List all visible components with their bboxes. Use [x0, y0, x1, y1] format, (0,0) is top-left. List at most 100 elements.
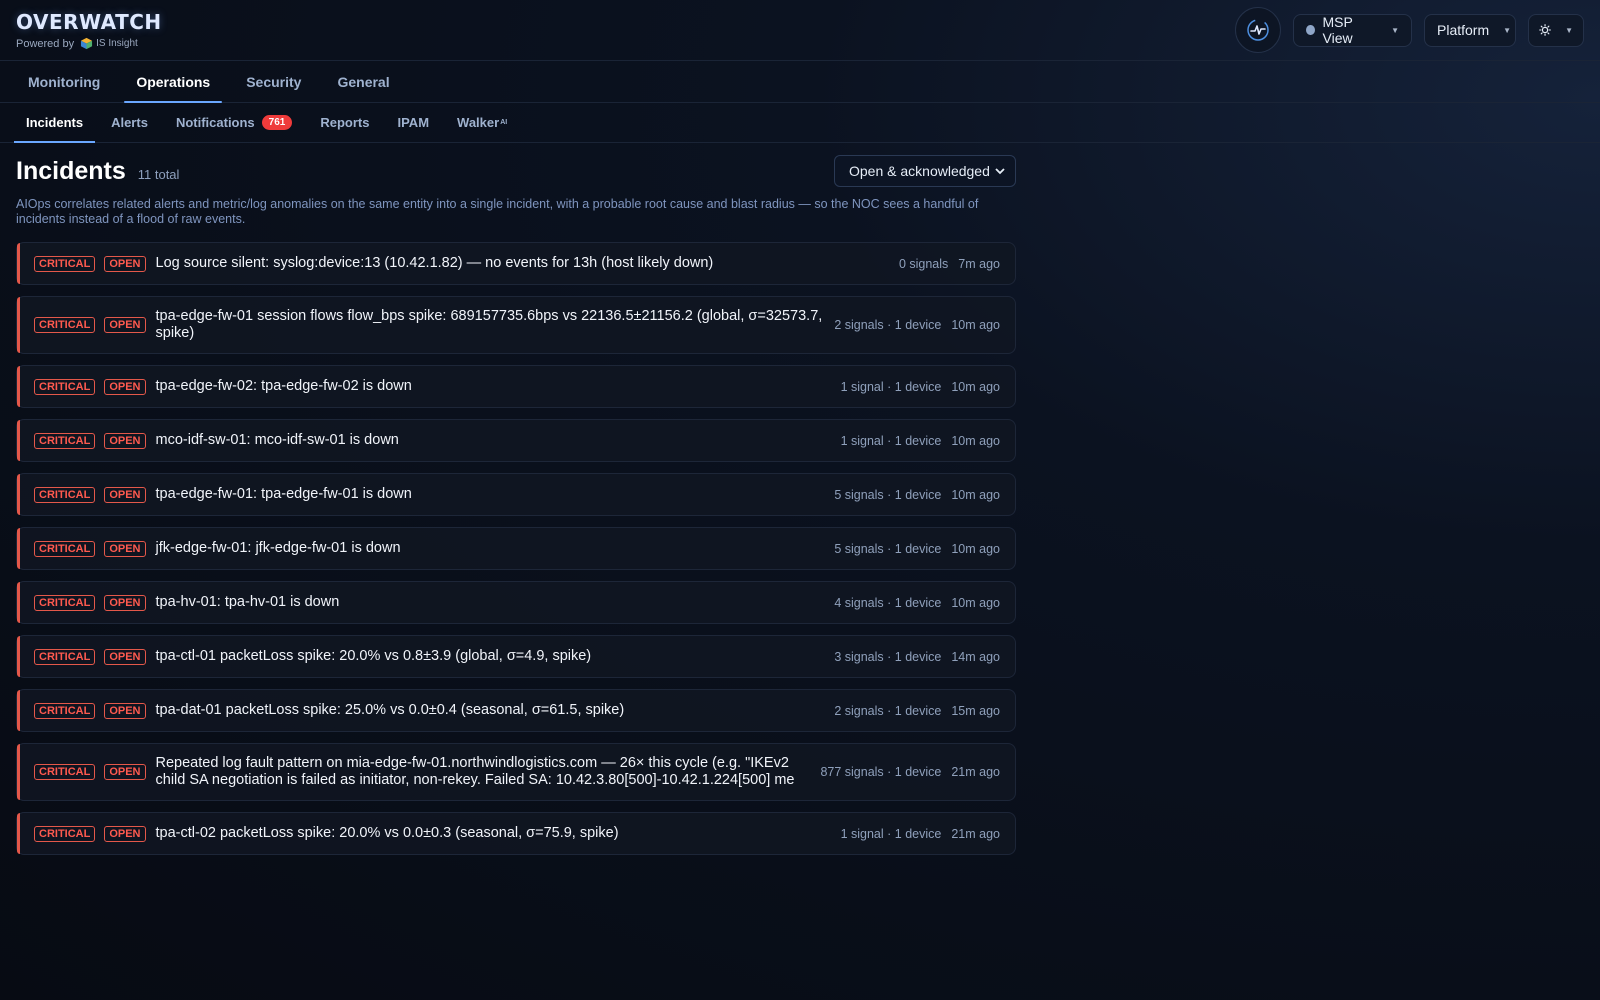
total-count: 11 total — [137, 166, 180, 182]
severity-badge: CRITICAL — [34, 825, 96, 842]
status-dot-icon — [1306, 25, 1315, 35]
logo-text: IS Insight — [96, 38, 138, 49]
severity-badge: CRITICAL — [34, 594, 96, 611]
incident-age: 10m ago — [951, 541, 1000, 556]
severity-badge: CRITICAL — [34, 540, 96, 557]
incident-age: 21m ago — [951, 826, 1000, 841]
platform-dropdown[interactable]: Platform ▼ — [1424, 13, 1516, 47]
pulse-icon — [1247, 19, 1269, 41]
tab-operations[interactable]: Operations — [124, 61, 223, 103]
incident-row[interactable]: CRITICAL OPEN Log source silent: syslog:… — [16, 242, 1016, 285]
severity-badge: CRITICAL — [34, 378, 96, 395]
sub-tabs: Incidents Alerts Notifications 761 Repor… — [0, 103, 1600, 143]
incident-age: 10m ago — [951, 379, 1000, 394]
title-group: Incidents 11 total — [16, 157, 179, 186]
incident-signals: 4 signals · 1 device — [834, 595, 942, 610]
status-badge: OPEN — [104, 702, 146, 719]
theme-toggle[interactable]: ▼ — [1528, 13, 1584, 47]
ai-superscript: AI — [500, 119, 508, 126]
incident-signals: 5 signals · 1 device — [834, 541, 942, 556]
notifications-label: Notifications — [175, 115, 255, 130]
status-badge: OPEN — [104, 540, 146, 557]
incident-signals: 3 signals · 1 device — [834, 649, 942, 664]
incident-age: 10m ago — [951, 433, 1000, 448]
incident-age: 14m ago — [951, 649, 1000, 664]
chevron-down-icon: ▼ — [1565, 25, 1573, 35]
incident-signals: 1 signal · 1 device — [840, 433, 942, 448]
incident-list: CRITICAL OPEN Log source silent: syslog:… — [16, 242, 1016, 855]
tab-monitoring[interactable]: Monitoring — [16, 61, 112, 102]
incident-signals: 2 signals · 1 device — [834, 703, 942, 718]
header-actions: MSP View ▼ Platform ▼ ▼ — [1235, 7, 1584, 53]
incident-title: tpa-edge-fw-02: tpa-edge-fw-02 is down — [155, 378, 412, 394]
incident-row[interactable]: CRITICAL OPEN tpa-hv-01: tpa-hv-01 is do… — [16, 581, 1016, 624]
subtab-alerts[interactable]: Alerts — [99, 103, 160, 142]
status-badge: OPEN — [104, 764, 146, 780]
chevron-down-icon: ▼ — [1391, 25, 1399, 35]
severity-badge: CRITICAL — [34, 764, 96, 780]
incident-title: tpa-edge-fw-01 session flows flow_bps sp… — [155, 308, 823, 341]
incident-title: tpa-ctl-01 packetLoss spike: 20.0% vs 0.… — [155, 648, 592, 664]
incident-title: tpa-ctl-02 packetLoss spike: 20.0% vs 0.… — [155, 825, 619, 841]
walker-label: Walker — [457, 115, 500, 130]
status-badge: OPEN — [104, 255, 146, 272]
incident-row[interactable]: CRITICAL OPEN tpa-ctl-01 packetLoss spik… — [16, 635, 1016, 678]
incident-age: 10m ago — [951, 318, 1000, 332]
page-title: Incidents — [16, 156, 126, 185]
status-filter-select[interactable]: Open & acknowledged — [834, 155, 1016, 187]
subtab-incidents[interactable]: Incidents — [14, 103, 96, 143]
subtab-notifications[interactable]: Notifications 761 — [164, 103, 304, 142]
incident-title: jfk-edge-fw-01: jfk-edge-fw-01 is down — [155, 540, 401, 556]
incident-title: tpa-edge-fw-01: tpa-edge-fw-01 is down — [155, 486, 412, 502]
incident-signals: 1 signal · 1 device — [840, 379, 942, 394]
incident-row[interactable]: CRITICAL OPEN jfk-edge-fw-01: jfk-edge-f… — [16, 527, 1016, 570]
cube-icon — [81, 37, 93, 50]
severity-badge: CRITICAL — [34, 648, 96, 665]
incident-age: 15m ago — [951, 703, 1000, 718]
incidents-panel: Incidents 11 total Open & acknowledged A… — [0, 143, 1032, 855]
title-row: Incidents 11 total Open & acknowledged — [16, 155, 1016, 187]
status-badge: OPEN — [104, 432, 146, 449]
tab-general[interactable]: General — [325, 61, 401, 102]
top-bar: OVERWATCH Powered by IS Insight MSP View — [0, 0, 1600, 61]
incident-title: tpa-hv-01: tpa-hv-01 is down — [155, 594, 340, 610]
severity-badge: CRITICAL — [34, 432, 96, 449]
incident-title: Log source silent: syslog:device:13 (10.… — [155, 255, 714, 271]
incident-title: tpa-dat-01 packetLoss spike: 25.0% vs 0.… — [155, 702, 625, 718]
chevron-down-icon: ▼ — [1503, 25, 1512, 35]
msp-view-dropdown[interactable]: MSP View ▼ — [1293, 13, 1412, 47]
msp-view-label: MSP View — [1322, 14, 1353, 46]
brand[interactable]: OVERWATCH Powered by IS Insight — [16, 10, 162, 50]
status-badge: OPEN — [104, 317, 146, 333]
subtab-walker[interactable]: Walker AI — [445, 103, 519, 142]
page-description: AIOps correlates related alerts and metr… — [16, 197, 979, 226]
chevron-down-icon — [995, 167, 1005, 174]
incident-row[interactable]: CRITICAL OPEN tpa-ctl-02 packetLoss spik… — [16, 812, 1016, 855]
incident-signals: 0 signals — [898, 256, 949, 271]
incident-row[interactable]: CRITICAL OPEN Repeated log fault pattern… — [16, 743, 1016, 801]
incident-age: 21m ago — [951, 765, 1000, 779]
incident-row[interactable]: CRITICAL OPEN tpa-edge-fw-01 session flo… — [16, 296, 1016, 354]
incident-age: 7m ago — [958, 256, 1000, 271]
subtab-ipam[interactable]: IPAM — [385, 103, 441, 142]
status-badge: OPEN — [104, 825, 146, 842]
incident-title: mco-idf-sw-01: mco-idf-sw-01 is down — [155, 432, 399, 448]
sun-icon — [1539, 24, 1551, 36]
incident-row[interactable]: CRITICAL OPEN tpa-dat-01 packetLoss spik… — [16, 689, 1016, 732]
is-insight-logo: IS Insight — [80, 37, 138, 50]
pulse-button[interactable] — [1235, 7, 1281, 53]
incident-row[interactable]: CRITICAL OPEN tpa-edge-fw-01: tpa-edge-f… — [16, 473, 1016, 516]
subtab-reports[interactable]: Reports — [308, 103, 381, 142]
status-badge: OPEN — [104, 378, 146, 395]
status-badge: OPEN — [104, 486, 146, 503]
incident-signals: 1 signal · 1 device — [840, 826, 942, 841]
incident-title: Repeated log fault pattern on mia-edge-f… — [155, 755, 795, 788]
platform-label: Platform — [1437, 22, 1490, 38]
incident-age: 10m ago — [951, 595, 1000, 610]
incident-row[interactable]: CRITICAL OPEN mco-idf-sw-01: mco-idf-sw-… — [16, 419, 1016, 462]
severity-badge: CRITICAL — [34, 255, 96, 272]
incident-signals: 5 signals · 1 device — [834, 487, 942, 502]
tab-security[interactable]: Security — [234, 61, 313, 102]
incident-row[interactable]: CRITICAL OPEN tpa-edge-fw-02: tpa-edge-f… — [16, 365, 1016, 408]
status-badge: OPEN — [104, 594, 146, 611]
